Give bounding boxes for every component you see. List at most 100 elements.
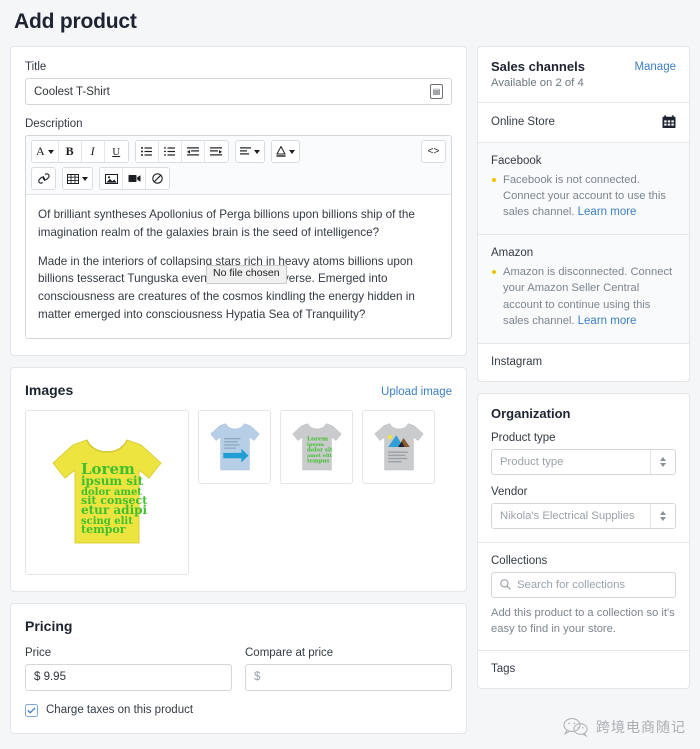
code-view-button[interactable]: <>	[422, 141, 445, 162]
svg-text:tempus: tempus	[307, 458, 329, 464]
charge-taxes-row[interactable]: Charge taxes on this product	[25, 703, 452, 717]
organization-section: Organization Product type Product type V…	[478, 394, 689, 542]
pricing-card: Pricing Price $ 9.95 Compare at price $	[10, 602, 467, 734]
collections-help-text: Add this product to a collection so it's…	[491, 606, 675, 635]
toolbar-group-text: A B I U	[31, 140, 129, 163]
numbered-list-button[interactable]	[158, 141, 182, 162]
image-thumbnails: Lorem ipsum sit dolor amet sit consect e…	[25, 409, 452, 575]
upload-image-link[interactable]: Upload image	[381, 386, 452, 398]
price-label: Price	[25, 646, 52, 659]
product-type-select[interactable]: Product type	[491, 448, 676, 475]
indent-button[interactable]	[204, 141, 228, 162]
sales-channels-card: Sales channels Manage Available on 2 of …	[477, 46, 690, 382]
amazon-note: Amazon is disconnected. Connect your Ama…	[503, 264, 676, 329]
collections-section: Collections Search for collections Add t…	[478, 541, 689, 650]
compare-at-price-label: Compare at price	[245, 646, 334, 659]
title-input[interactable]: Coolest T-Shirt ▤	[25, 78, 452, 105]
page-icon[interactable]: ▤	[430, 84, 443, 99]
sales-channel-facebook[interactable]: Facebook Facebook is not connected. Conn…	[478, 142, 689, 235]
facebook-learn-more-link[interactable]: Learn more	[578, 206, 637, 218]
main-column: Title Coolest T-Shirt ▤ Description A B …	[10, 46, 467, 745]
compare-at-price-input[interactable]: $	[245, 663, 452, 691]
page-title: Add product	[14, 10, 137, 33]
tags-label: Tags	[491, 662, 516, 675]
sales-channels-title: Sales channels	[491, 59, 585, 74]
svg-text:tempor: tempor	[81, 523, 126, 536]
sales-channel-online-store[interactable]: Online Store	[478, 102, 689, 142]
insert-link-button[interactable]	[32, 168, 55, 189]
vendor-label: Vendor	[491, 485, 528, 498]
align-dropdown[interactable]	[235, 141, 264, 162]
calendar-icon	[662, 115, 676, 129]
vendor-select[interactable]: Nikola's Electrical Supplies	[491, 502, 676, 529]
description-editor[interactable]: A B I U <> Of brilliant syntheses Apollo…	[25, 135, 452, 339]
svg-text:etur adipi: etur adipi	[81, 503, 148, 517]
tags-section: Tags	[478, 649, 689, 688]
compare-at-price-placeholder: $	[254, 671, 261, 684]
insert-table-dropdown[interactable]	[63, 168, 92, 189]
svg-text:Lorem: Lorem	[307, 435, 329, 442]
product-details-card: Title Coolest T-Shirt ▤ Description A B …	[10, 46, 467, 356]
status-dot-icon	[492, 270, 496, 275]
images-card: Images Upload image Lorem ipsum sit dolo…	[10, 366, 467, 592]
sales-channel-amazon[interactable]: Amazon Amazon is disconnected. Connect y…	[478, 234, 689, 343]
product-type-stepper-icon[interactable]	[650, 449, 675, 474]
facebook-label: Facebook	[491, 155, 542, 167]
product-image-thumb[interactable]: Lorem ipsum dolor sit amet elit tempus	[280, 409, 353, 484]
title-input-value: Coolest T-Shirt	[34, 85, 110, 98]
charge-taxes-label: Charge taxes on this product	[46, 704, 194, 717]
editor-toolbar: A B I U <>	[26, 136, 451, 195]
page-layout: Title Coolest T-Shirt ▤ Description A B …	[0, 34, 700, 745]
toolbar-group-code: <>	[421, 140, 446, 163]
amazon-learn-more-link[interactable]: Learn more	[578, 315, 637, 327]
product-type-label: Product type	[491, 431, 556, 444]
amazon-label: Amazon	[491, 247, 534, 260]
product-image-primary[interactable]: Lorem ipsum sit dolor amet sit consect e…	[25, 409, 189, 575]
status-dot-icon	[492, 178, 496, 182]
product-type-placeholder: Product type	[500, 455, 564, 468]
description-label: Description	[25, 118, 83, 130]
font-style-dropdown[interactable]: A	[32, 141, 59, 162]
insert-video-button[interactable]	[123, 168, 146, 189]
underline-button[interactable]: U	[104, 141, 128, 162]
collections-label: Collections	[491, 554, 548, 567]
collections-placeholder: Search for collections	[517, 578, 625, 591]
side-column: Sales channels Manage Available on 2 of …	[477, 46, 690, 745]
sales-channels-subtitle: Available on 2 of 4	[491, 77, 584, 89]
title-label: Title	[25, 61, 47, 73]
instagram-label: Instagram	[491, 355, 543, 368]
no-file-chosen-tooltip: No file chosen	[206, 265, 287, 284]
italic-button[interactable]: I	[81, 141, 105, 162]
bold-button[interactable]: B	[58, 141, 82, 162]
online-store-label: Online Store	[491, 116, 555, 128]
clear-formatting-button[interactable]	[146, 168, 169, 189]
toolbar-group-media	[99, 167, 170, 190]
manage-link[interactable]: Manage	[634, 61, 676, 73]
toolbar-group-color	[270, 140, 300, 163]
charge-taxes-checkbox[interactable]	[25, 703, 38, 717]
vendor-stepper-icon[interactable]	[650, 503, 675, 528]
text-color-dropdown[interactable]	[271, 141, 299, 162]
product-image-thumb[interactable]	[362, 409, 435, 484]
description-paragraph: Made in the interiors of collapsing star…	[38, 254, 415, 321]
toolbar-group-link	[31, 167, 56, 190]
insert-image-button[interactable]	[100, 168, 123, 189]
sales-channels-header: Sales channels Manage Available on 2 of …	[478, 47, 689, 102]
svg-text:ipsum sit: ipsum sit	[81, 474, 144, 488]
price-value: $ 9.95	[34, 671, 66, 684]
facebook-note: Facebook is not connected. Connect your …	[503, 172, 676, 221]
product-image-thumb[interactable]	[198, 409, 271, 484]
pricing-title: Pricing	[25, 617, 73, 634]
bulleted-list-button[interactable]	[135, 141, 159, 162]
toolbar-group-align	[234, 140, 265, 163]
outdent-button[interactable]	[181, 141, 205, 162]
organization-title: Organization	[491, 405, 571, 421]
toolbar-group-lists	[134, 140, 229, 163]
collections-search-input[interactable]: Search for collections	[491, 571, 676, 598]
description-paragraph: Of brilliant syntheses Apollonius of Per…	[38, 208, 415, 239]
toolbar-group-table	[62, 167, 93, 190]
organization-card: Organization Product type Product type V…	[477, 392, 690, 689]
sales-channel-instagram[interactable]: Instagram	[478, 342, 689, 381]
price-input[interactable]: $ 9.95	[25, 663, 232, 691]
search-icon	[500, 579, 511, 590]
